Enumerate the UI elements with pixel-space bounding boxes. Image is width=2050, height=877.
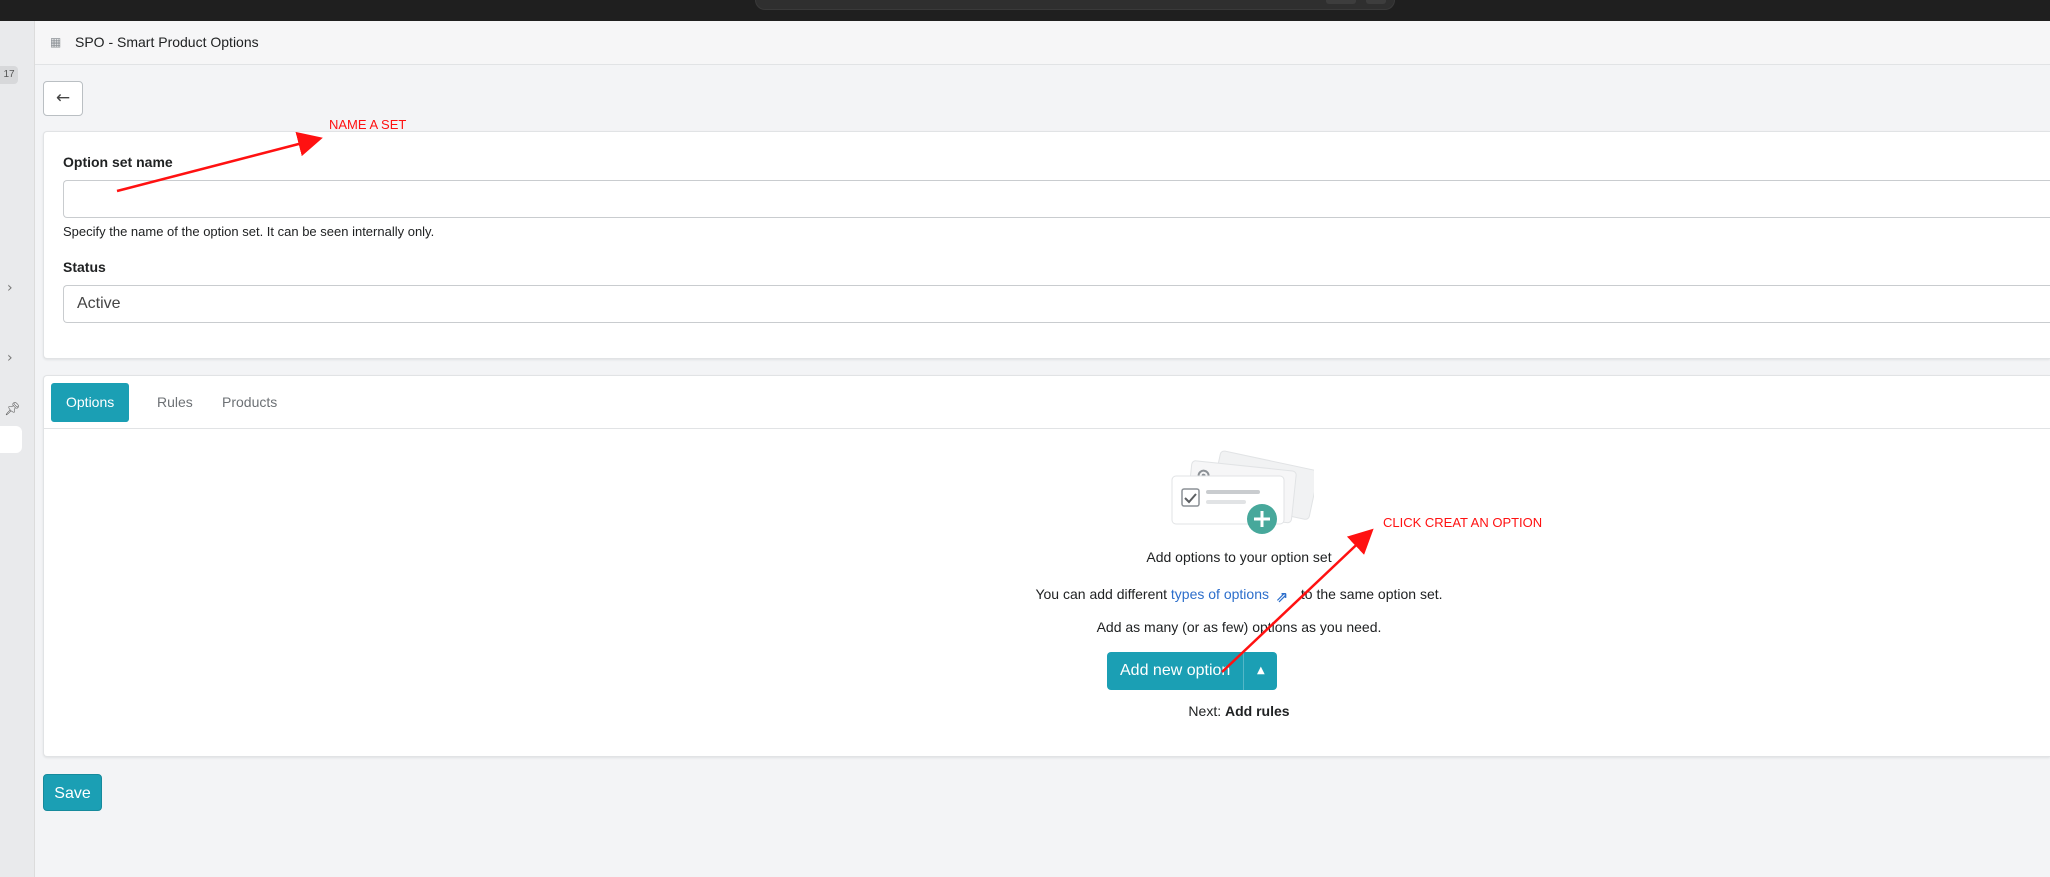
chevron-right-icon[interactable]: › [7, 281, 19, 295]
rail-active-item[interactable] [0, 426, 22, 453]
arrow-left-icon: ← [55, 88, 71, 108]
types-line-prefix: You can add different [1035, 586, 1171, 602]
left-rail: 17 › › 📌︎ [0, 21, 35, 877]
tab-rules[interactable]: Rules [149, 383, 201, 422]
pill-control [1366, 0, 1386, 4]
empty-state-hint-text: Add as many (or as few) options as you n… [1096, 619, 1382, 635]
option-set-name-help: Specify the name of the option set. It c… [63, 224, 435, 239]
tab-products[interactable]: Products [214, 383, 285, 422]
option-set-name-input[interactable] [63, 180, 2050, 218]
pin-icon[interactable]: 📌︎ [4, 403, 21, 417]
app-title: SPO - Smart Product Options [75, 34, 259, 50]
app-header: ▦ SPO - Smart Product Options [35, 21, 2050, 65]
status-label: Status [63, 259, 106, 275]
annotation-click-create: CLICK CREAT AN OPTION [1383, 515, 1543, 530]
external-link-icon[interactable]: ⇗ [1273, 589, 1291, 605]
app-icon: ▦ [50, 35, 62, 49]
types-of-options-link[interactable]: types of options [1171, 586, 1269, 602]
empty-state-illustration [1171, 450, 1314, 534]
empty-state-types-line: You can add different types of options ⇗ … [44, 586, 2050, 605]
chevron-right-icon[interactable]: › [7, 351, 19, 365]
tab-options[interactable]: Options [51, 383, 130, 422]
empty-state-title-text: Add options to your option set [1146, 549, 1332, 565]
option-set-name-label: Option set name [63, 154, 173, 170]
empty-state-hint: Add as many (or as few) options as you n… [44, 619, 2050, 635]
status-select[interactable]: Active [63, 285, 2050, 323]
browser-address-pill[interactable] [755, 0, 1395, 10]
add-new-option-split-button: Add new option ▲ [1107, 652, 1278, 690]
next-add-rules: Add rules [1225, 703, 1290, 719]
tab-bar: Options Rules Products [44, 376, 2050, 429]
next-step-hint: Next: Add rules [44, 703, 2050, 719]
back-button[interactable]: ← [43, 81, 83, 116]
annotation-name-a-set: NAME A SET [329, 117, 407, 132]
add-new-option-button[interactable]: Add new option [1107, 652, 1243, 690]
rail-badge: 17 [0, 66, 18, 84]
option-set-form-card: Option set name Specify the name of the … [43, 131, 2050, 359]
next-prefix: Next: [1188, 703, 1225, 719]
save-button[interactable]: Save [43, 774, 102, 811]
empty-state-title: Add options to your option set [44, 549, 2050, 565]
browser-top-bar [0, 0, 2050, 21]
caret-up-icon[interactable]: ▲ [1243, 652, 1277, 690]
pill-control [1326, 0, 1356, 4]
types-line-suffix: to the same option set. [1296, 586, 1443, 602]
options-card: Options Rules Products Add options to yo… [43, 375, 2050, 757]
